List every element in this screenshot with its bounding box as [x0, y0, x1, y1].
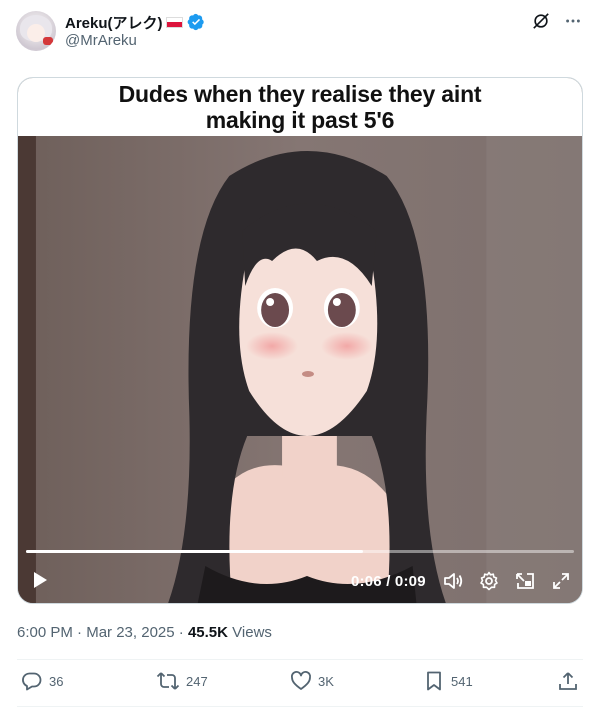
video-progress-fill — [26, 550, 364, 553]
meta-separator: · — [77, 624, 83, 641]
tweet-date[interactable]: Mar 23, 2025 — [86, 624, 174, 641]
settings-icon[interactable] — [478, 570, 500, 592]
video-frame[interactable] — [18, 136, 582, 604]
like-button[interactable]: 3K — [290, 670, 334, 692]
share-icon — [559, 672, 577, 690]
poland-flag-icon — [165, 16, 183, 28]
like-count: 3K — [318, 673, 334, 689]
divider — [17, 706, 583, 707]
divider — [17, 659, 583, 660]
tweet-header: Areku(アレク) @MrAreku — [0, 0, 598, 70]
views-count: 45.5K — [187, 624, 228, 641]
repost-count: 247 — [186, 673, 208, 689]
bookmark-button[interactable]: 541 — [423, 670, 473, 692]
video-player[interactable]: Dudes when they realise they aint making… — [17, 77, 583, 604]
display-name[interactable]: Areku(アレク) — [65, 12, 163, 33]
play-icon[interactable] — [32, 571, 48, 594]
grok-icon[interactable] — [530, 10, 552, 32]
bookmark-icon — [427, 671, 441, 691]
heart-icon — [291, 671, 311, 690]
views-label: Views — [232, 624, 272, 641]
reply-icon — [22, 672, 42, 691]
video-caption: Dudes when they realise they aint making… — [18, 78, 582, 136]
video-controls: 0:06 / 0:09 — [18, 568, 582, 598]
fullscreen-icon[interactable] — [550, 570, 572, 592]
video-progress-bar[interactable] — [26, 550, 574, 553]
volume-icon[interactable] — [442, 570, 464, 592]
verified-badge-icon[interactable] — [187, 13, 205, 31]
tweet-time[interactable]: 6:00 PM — [17, 624, 73, 641]
repost-button[interactable]: 247 — [156, 670, 208, 692]
more-icon[interactable] — [562, 10, 584, 32]
action-bar: 36 247 3K 541 — [17, 670, 583, 698]
repost-icon — [156, 672, 180, 690]
video-time: 0:06 / 0:09 — [351, 573, 426, 590]
reply-button[interactable]: 36 — [21, 670, 63, 692]
share-button[interactable] — [557, 670, 579, 692]
avatar[interactable] — [16, 11, 56, 51]
reply-count: 36 — [49, 673, 64, 689]
tweet-meta: 6:00 PM · Mar 23, 2025 · 45.5K Views — [17, 624, 272, 641]
pip-icon[interactable] — [514, 570, 536, 592]
author-handle[interactable]: @MrAreku — [65, 32, 137, 49]
bookmark-count: 541 — [451, 673, 473, 689]
meta-separator: · — [178, 624, 184, 641]
author-name-row[interactable]: Areku(アレク) — [65, 12, 205, 32]
